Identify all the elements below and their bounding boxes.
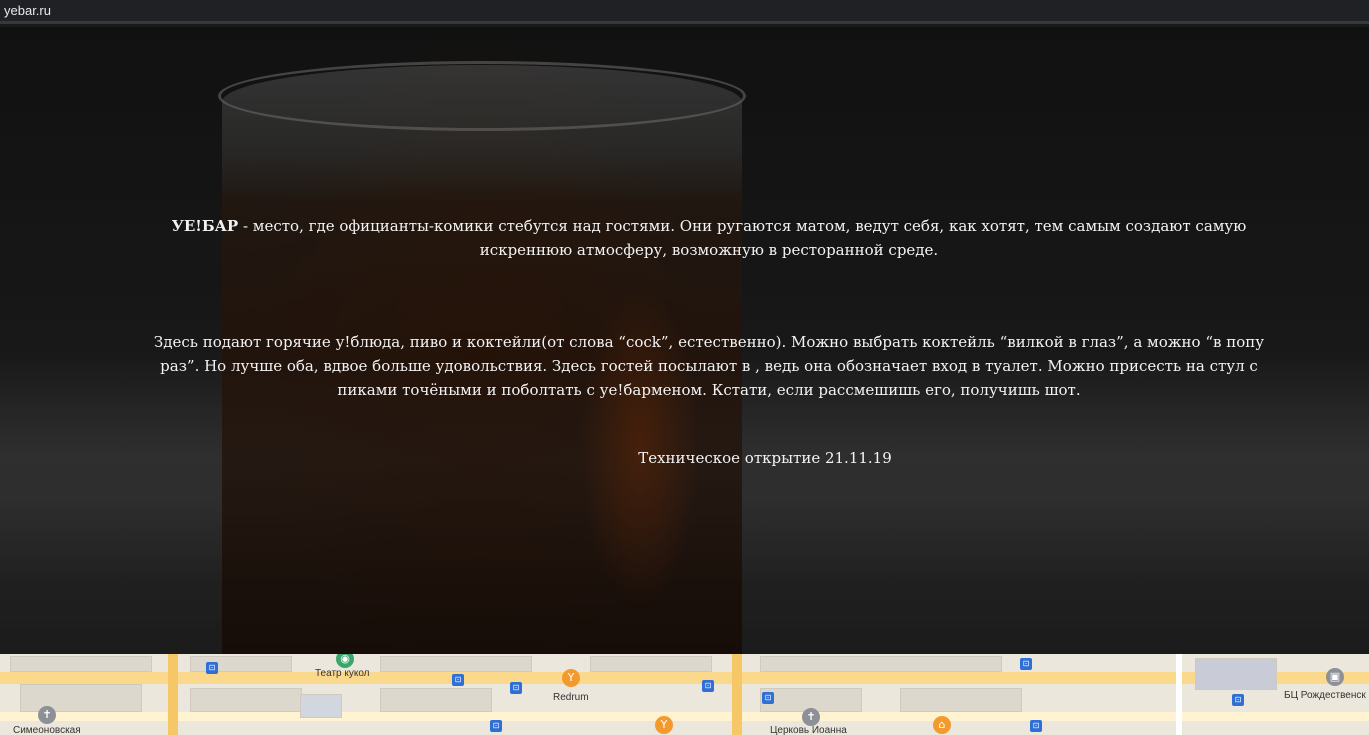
bus-stop-icon[interactable]: ⊡ — [1232, 694, 1244, 706]
opening-date: Техническое открытие 21.11.19 — [638, 449, 892, 467]
bus-stop-icon[interactable]: ⊡ — [206, 662, 218, 674]
cocktail-pin-icon[interactable]: Y — [655, 716, 673, 734]
page-url[interactable]: yebar.ru — [4, 3, 51, 18]
business-center-pin-icon[interactable]: ▣ — [1326, 668, 1344, 686]
map-secondary-road — [0, 712, 1369, 721]
map-block — [20, 684, 142, 712]
map-label-redrum: Redrum — [553, 692, 589, 703]
map-block — [380, 688, 492, 712]
church-pin-icon[interactable]: ✝ — [802, 708, 820, 726]
map-road-vertical — [732, 654, 742, 735]
bus-stop-icon[interactable]: ⊡ — [510, 682, 522, 694]
map-block — [380, 656, 532, 672]
browser-address-bar[interactable]: yebar.ru — [0, 0, 1369, 24]
map-block — [1195, 658, 1277, 690]
bus-stop-icon[interactable]: ⊡ — [1030, 720, 1042, 732]
hero-content: УЕ!БАР - место, где официанты-комики сте… — [0, 27, 1369, 654]
bus-stop-icon[interactable]: ⊡ — [702, 680, 714, 692]
intro-paragraph: УЕ!БАР - место, где официанты-комики сте… — [150, 214, 1268, 262]
map-label-teatr: Театр кукол — [315, 668, 370, 679]
bus-stop-icon[interactable]: ⊡ — [762, 692, 774, 704]
church-pin-icon[interactable]: ✝ — [38, 706, 56, 724]
brand-name: УЕ!БАР — [171, 217, 239, 235]
map-label-church: Церковь Иоанна — [770, 725, 847, 735]
map-road-vertical — [1176, 654, 1182, 735]
hero-section: УЕ!БАР - место, где официанты-комики сте… — [0, 27, 1369, 654]
map-block — [900, 688, 1022, 712]
map-label-street: Симеоновская — [13, 725, 81, 735]
map-widget[interactable]: Театр кукол Redrum Симеоновская Церковь … — [0, 654, 1369, 735]
map-block — [10, 656, 152, 672]
bus-stop-icon[interactable]: ⊡ — [1020, 658, 1032, 670]
intro-text: - место, где официанты-комики стебутся н… — [238, 217, 1247, 259]
map-block — [590, 656, 712, 672]
map-road-vertical — [168, 654, 178, 735]
map-block — [300, 694, 342, 718]
bar-pin-icon[interactable]: Y — [562, 669, 580, 687]
map-label-bc: БЦ Рождественск — [1284, 690, 1366, 701]
menu-paragraph: Здесь подают горячие у!блюда, пиво и кок… — [153, 333, 1265, 399]
map-block — [190, 688, 302, 712]
map-block — [760, 656, 1002, 672]
bus-stop-icon[interactable]: ⊡ — [452, 674, 464, 686]
shop-pin-icon[interactable]: ⌂ — [933, 716, 951, 734]
map-main-road — [0, 672, 1369, 684]
bus-stop-icon[interactable]: ⊡ — [490, 720, 502, 732]
theater-pin-icon[interactable]: ◉ — [336, 654, 354, 668]
